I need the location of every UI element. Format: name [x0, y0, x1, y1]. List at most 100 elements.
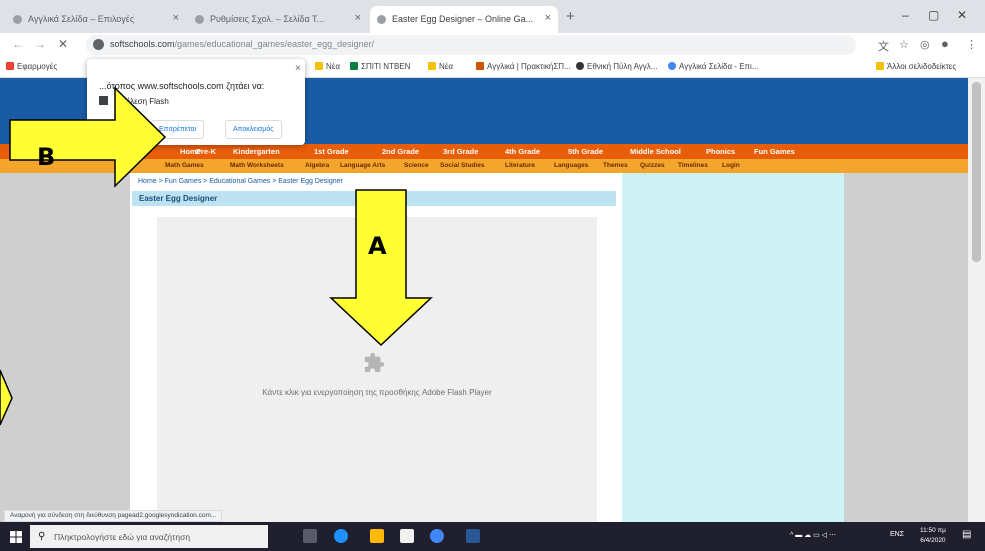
- notifications-icon[interactable]: ▤: [962, 529, 971, 540]
- plugin-message: Κάντε κλικ για ενεργοποίηση της προσθήκη…: [262, 388, 492, 397]
- windows-start-icon[interactable]: [10, 531, 22, 543]
- tab-3-active[interactable]: Easter Egg Designer – Online Ga... ×: [370, 6, 558, 33]
- flash-plugin-placeholder[interactable]: Κάντε κλικ για ενεργοποίηση της προσθήκη…: [157, 217, 597, 522]
- clock-date: 6/4/2020: [920, 537, 946, 544]
- app-icon[interactable]: [466, 529, 480, 543]
- bookmark-item[interactable]: Εθνική Πύλη Αγγλ...: [576, 62, 657, 71]
- chrome-icon[interactable]: [430, 529, 444, 543]
- address-bar[interactable]: softschools.com/games/educational_games/…: [86, 35, 856, 55]
- nav-3rd-grade[interactable]: 3rd Grade: [443, 147, 478, 156]
- new-tab-button[interactable]: +: [566, 8, 575, 25]
- extension-icon[interactable]: ◎: [920, 38, 930, 51]
- input-language[interactable]: ΕΝΣ: [890, 531, 904, 538]
- store-icon[interactable]: [400, 529, 414, 543]
- tab-label: Ρυθμίσεις Σχολ. – Σελίδα Τ...: [210, 14, 325, 24]
- tab-2[interactable]: Ρυθμίσεις Σχολ. – Σελίδα Τ... ×: [188, 6, 368, 33]
- back-icon[interactable]: ←: [12, 37, 24, 51]
- breadcrumb[interactable]: Home > Fun Games > Educational Games > E…: [138, 178, 343, 185]
- sidebar-ad-panel: [622, 173, 844, 522]
- puzzle-piece-icon: [99, 96, 108, 105]
- tab-favicon-icon: [377, 15, 386, 24]
- bookmark-item[interactable]: Νέα: [315, 62, 340, 71]
- bookmark-apps[interactable]: Εφαρμογές: [6, 62, 57, 71]
- nav-timelines[interactable]: Timelines: [678, 162, 708, 169]
- nav-themes[interactable]: Themes: [603, 162, 628, 169]
- scrollbar-thumb[interactable]: [972, 82, 981, 262]
- search-placeholder: Πληκτρολογήστε εδώ για αναζήτηση: [54, 532, 191, 542]
- nav-phonics[interactable]: Phonics: [706, 147, 735, 156]
- maximize-button[interactable]: ▢: [928, 8, 939, 22]
- bookmark-favicon-icon: [350, 62, 358, 70]
- nav-middle-school[interactable]: Middle School: [630, 147, 681, 156]
- clock-time: 11:50 πμ: [920, 527, 946, 534]
- screen: Αγγλικά Σελίδα – Επιλογές × Ρυθμίσεις Σχ…: [0, 0, 985, 551]
- nav-login[interactable]: Login: [722, 162, 740, 169]
- taskbar-search-input[interactable]: ⚲ Πληκτρολογήστε εδώ για αναζήτηση: [30, 525, 268, 548]
- puzzle-piece-icon: [364, 352, 385, 373]
- block-button[interactable]: Αποκλεισμός: [225, 120, 282, 139]
- nav-quizzes[interactable]: Quizzes: [640, 162, 665, 169]
- taskbar-clock[interactable]: 11:50 πμ 6/4/2020: [920, 526, 946, 546]
- star-icon[interactable]: ☆: [899, 38, 909, 51]
- lock-icon: [93, 39, 104, 50]
- task-view-icon[interactable]: [303, 529, 317, 543]
- tab-favicon-icon: [13, 15, 22, 24]
- profile-icon[interactable]: ●: [941, 36, 949, 51]
- bookmark-item[interactable]: Αγγλικά | ΠρακτικήΣΠ...: [476, 62, 571, 71]
- bookmark-other[interactable]: Άλλοι σελιδοδείκτες: [876, 62, 956, 71]
- bookmark-item[interactable]: Νέα: [428, 62, 453, 71]
- bookmark-favicon-icon: [668, 62, 676, 70]
- page-title: Easter Egg Designer: [139, 194, 218, 203]
- window-close-button[interactable]: ✕: [957, 8, 967, 22]
- annotation-label-a: A: [368, 232, 387, 260]
- folder-icon: [315, 62, 323, 70]
- nav-4th-grade[interactable]: 4th Grade: [505, 147, 540, 156]
- popup-title: ...ότοπος www.softschools.com ζητάει να:: [99, 81, 265, 91]
- nav-math-worksheets[interactable]: Math Worksheets: [230, 162, 284, 169]
- bookmark-item[interactable]: Αγγλικά Σελίδα - Επι...: [668, 62, 759, 71]
- tab-1[interactable]: Αγγλικά Σελίδα – Επιλογές ×: [6, 6, 186, 33]
- flash-permission-popup: ...ότοπος www.softschools.com ζητάει να:…: [87, 59, 305, 145]
- nav-pre-k[interactable]: Pre-K: [196, 147, 216, 156]
- allow-button[interactable]: Επιτρέπεται: [151, 120, 205, 139]
- nav-literature[interactable]: Literature: [505, 162, 535, 169]
- tab-label: Αγγλικά Σελίδα – Επιλογές: [28, 14, 135, 24]
- edge-icon[interactable]: [334, 529, 348, 543]
- close-tab-icon[interactable]: ×: [355, 12, 361, 24]
- nav-math-games[interactable]: Math Games: [165, 162, 204, 169]
- status-bar: Αναμονή για σύνδεση στη διεύθυνση pagead…: [4, 510, 223, 522]
- nav-languages[interactable]: Languages: [554, 162, 588, 169]
- bookmark-favicon-icon: [576, 62, 584, 70]
- bookmark-favicon-icon: [476, 62, 484, 70]
- nav-social-studies[interactable]: Social Studies: [440, 162, 484, 169]
- tray-icons[interactable]: ^ ▬ ☁ ▭ ◁ ⋯: [790, 531, 836, 539]
- popup-close-button[interactable]: ×: [295, 63, 301, 74]
- stop-icon[interactable]: ✕: [58, 37, 68, 51]
- windows-taskbar: ⚲ Πληκτρολογήστε εδώ για αναζήτηση ^ ▬ ☁…: [0, 522, 985, 551]
- nav-algebra[interactable]: Algebra: [305, 162, 329, 169]
- main-content: Home > Fun Games > Educational Games > E…: [130, 173, 844, 522]
- site-nav-secondary: Math Games Math Worksheets Algebra Langu…: [0, 159, 968, 173]
- nav-kindergarten[interactable]: Kindergarten: [233, 147, 280, 156]
- file-explorer-icon[interactable]: [370, 529, 384, 543]
- popup-permission-row: Εκτέλεση Flash: [99, 96, 169, 106]
- menu-icon[interactable]: ⋮: [966, 38, 977, 51]
- minimize-button[interactable]: –: [902, 8, 909, 22]
- nav-fun-games[interactable]: Fun Games: [754, 147, 795, 156]
- folder-icon: [428, 62, 436, 70]
- nav-2nd-grade[interactable]: 2nd Grade: [382, 147, 419, 156]
- search-icon: ⚲: [38, 531, 46, 542]
- translate-icon[interactable]: 文: [878, 38, 889, 54]
- page-title-bar: Easter Egg Designer: [132, 191, 616, 206]
- browser-toolbar: ← → ✕ softschools.com/games/educational_…: [0, 33, 985, 57]
- nav-1st-grade[interactable]: 1st Grade: [314, 147, 349, 156]
- page-scrollbar[interactable]: [968, 78, 985, 522]
- close-tab-icon[interactable]: ×: [173, 12, 179, 24]
- close-tab-icon[interactable]: ×: [545, 12, 551, 24]
- nav-5th-grade[interactable]: 5th Grade: [568, 147, 603, 156]
- nav-science[interactable]: Science: [404, 162, 429, 169]
- forward-icon[interactable]: →: [34, 37, 46, 51]
- tab-favicon-icon: [195, 15, 204, 24]
- nav-language-arts[interactable]: Language Arts: [340, 162, 385, 169]
- bookmark-item[interactable]: ΣΠΙΤΙ ΝΤΒΕΝ: [350, 62, 410, 71]
